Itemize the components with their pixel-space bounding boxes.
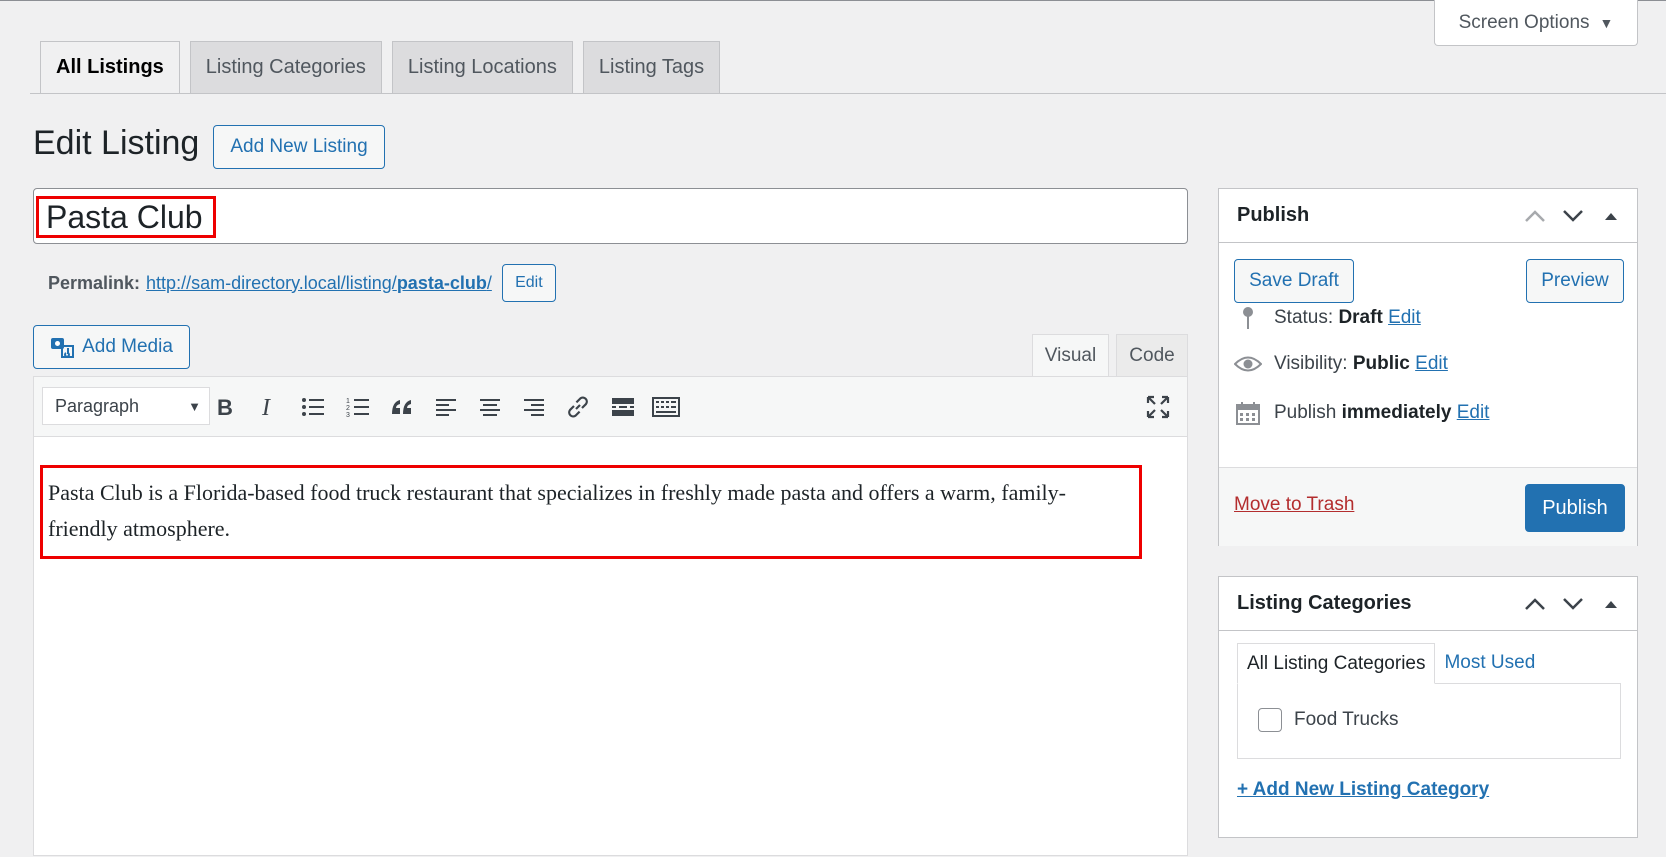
permalink-trailing: / xyxy=(486,272,492,293)
permalink-base: http://sam-directory.local/listing/ xyxy=(146,272,397,293)
move-up-icon[interactable] xyxy=(1521,590,1549,618)
editor-content-area[interactable]: Pasta Club is a Florida-based food truck… xyxy=(34,437,1187,857)
tab-all-listing-categories[interactable]: All Listing Categories xyxy=(1237,643,1436,684)
toggle-panel-icon[interactable] xyxy=(1597,202,1625,230)
screen-options-label: Screen Options xyxy=(1458,11,1590,33)
publish-box-handles xyxy=(1521,202,1637,230)
calendar-icon xyxy=(1234,401,1262,425)
svg-text:2: 2 xyxy=(346,405,350,412)
permalink-slug: pasta-club xyxy=(396,272,487,293)
schedule-value: immediately xyxy=(1341,402,1452,423)
preview-button[interactable]: Preview xyxy=(1526,259,1624,303)
permalink-link[interactable]: http://sam-directory.local/listing/pasta… xyxy=(146,273,492,294)
category-checklist: Food Trucks xyxy=(1237,683,1621,759)
screen-options-button[interactable]: Screen Options ▼ xyxy=(1434,0,1638,46)
svg-text:B: B xyxy=(217,396,233,418)
move-down-icon[interactable] xyxy=(1559,590,1587,618)
tabs-divider xyxy=(30,93,1666,94)
visibility-label: Visibility: xyxy=(1274,353,1348,374)
tab-listing-locations[interactable]: Listing Locations xyxy=(391,41,573,93)
visibility-edit-link[interactable]: Edit xyxy=(1415,353,1448,374)
visibility-value: Public xyxy=(1352,353,1410,374)
listing-categories-header: Listing Categories xyxy=(1219,577,1637,631)
content-editor: Paragraph ▼ B I 123 Pasta Club is a Flor… xyxy=(33,376,1188,856)
permalink-row: Permalink: http://sam-directory.local/li… xyxy=(48,264,556,302)
tab-listing-categories[interactable]: Listing Categories xyxy=(189,41,382,93)
link-icon[interactable] xyxy=(564,393,592,421)
schedule-edit-link[interactable]: Edit xyxy=(1457,402,1490,423)
add-media-button[interactable]: Add Media xyxy=(33,325,190,369)
food-trucks-checkbox[interactable] xyxy=(1258,708,1282,732)
svg-text:1: 1 xyxy=(346,398,350,405)
caret-down-icon: ▼ xyxy=(188,398,201,414)
add-media-icon xyxy=(50,335,75,359)
schedule-label: Publish xyxy=(1274,402,1337,423)
schedule-row: Publish immediately Edit xyxy=(1234,401,1489,425)
add-media-label: Add Media xyxy=(82,336,173,357)
numbered-list-icon[interactable]: 123 xyxy=(344,393,372,421)
title-input[interactable]: Pasta Club xyxy=(33,188,1188,244)
caret-down-icon: ▼ xyxy=(1599,14,1614,31)
editor-toolbar: Paragraph ▼ B I 123 xyxy=(34,377,1187,437)
category-tabs: All Listing Categories Most Used xyxy=(1237,643,1544,684)
publish-box: Publish Save Draft Preview Status: Draft… xyxy=(1218,188,1638,546)
pin-icon xyxy=(1234,305,1262,331)
title-highlight-box xyxy=(36,196,216,238)
save-draft-button[interactable]: Save Draft xyxy=(1234,259,1354,303)
add-new-listing-button[interactable]: Add New Listing xyxy=(213,125,385,169)
listing-categories-title: Listing Categories xyxy=(1237,592,1412,614)
publish-box-header: Publish xyxy=(1219,189,1637,243)
move-down-icon[interactable] xyxy=(1559,202,1587,230)
page-title: Edit Listing xyxy=(33,124,200,162)
top-border xyxy=(0,0,1666,1)
permalink-edit-button[interactable]: Edit xyxy=(501,264,556,302)
tab-listing-tags[interactable]: Listing Tags xyxy=(582,41,721,93)
svg-text:3: 3 xyxy=(346,412,350,418)
move-to-trash-link[interactable]: Move to Trash xyxy=(1234,494,1354,516)
align-center-icon[interactable] xyxy=(476,393,504,421)
publish-actions: Move to Trash Publish xyxy=(1219,467,1637,546)
eye-icon xyxy=(1234,355,1262,373)
visibility-row: Visibility: Public Edit xyxy=(1234,353,1448,375)
read-more-icon[interactable] xyxy=(609,393,637,421)
format-select-value: Paragraph xyxy=(55,395,140,416)
add-new-listing-category-link[interactable]: + Add New Listing Category xyxy=(1237,779,1489,801)
listing-categories-handles xyxy=(1521,590,1637,618)
publish-box-title: Publish xyxy=(1237,204,1310,226)
bulleted-list-icon[interactable] xyxy=(299,393,327,421)
toolbar-toggle-icon[interactable] xyxy=(652,393,680,421)
fullscreen-icon[interactable] xyxy=(1144,393,1172,421)
format-select[interactable]: Paragraph ▼ xyxy=(42,387,210,425)
move-up-icon[interactable] xyxy=(1521,202,1549,230)
italic-icon[interactable]: I xyxy=(254,393,282,421)
tab-most-used[interactable]: Most Used xyxy=(1435,643,1544,683)
toggle-panel-icon[interactable] xyxy=(1597,590,1625,618)
align-right-icon[interactable] xyxy=(520,393,548,421)
permalink-label: Permalink: xyxy=(48,272,141,293)
publish-button[interactable]: Publish xyxy=(1525,484,1625,532)
listing-categories-box: Listing Categories All Listing Categorie… xyxy=(1218,576,1638,838)
blockquote-icon[interactable] xyxy=(388,393,416,421)
tab-visual[interactable]: Visual xyxy=(1032,334,1109,376)
tab-code[interactable]: Code xyxy=(1116,334,1188,376)
status-row: Status: Draft Edit xyxy=(1234,305,1421,331)
status-edit-link[interactable]: Edit xyxy=(1388,307,1421,328)
content-highlight-box xyxy=(40,465,1142,559)
align-left-icon[interactable] xyxy=(432,393,460,421)
bold-icon[interactable]: B xyxy=(210,393,238,421)
food-trucks-label: Food Trucks xyxy=(1294,709,1399,730)
status-value: Draft xyxy=(1338,307,1383,328)
status-label: Status: xyxy=(1274,307,1334,328)
svg-text:I: I xyxy=(261,396,271,418)
listing-tabs: All Listings Listing Categories Listing … xyxy=(40,41,721,94)
category-item-food-trucks[interactable]: Food Trucks xyxy=(1258,708,1399,732)
tab-all-listings[interactable]: All Listings xyxy=(40,41,180,94)
